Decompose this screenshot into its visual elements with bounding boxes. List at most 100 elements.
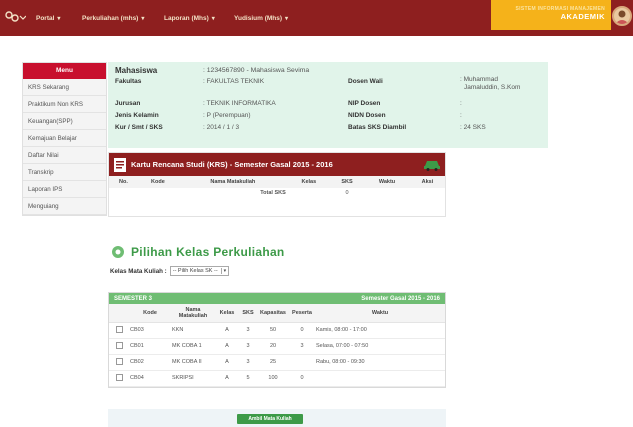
sidebar-item-krs-sekarang[interactable]: KRS Sekarang bbox=[23, 79, 106, 96]
table-row: CB02 MK COBA II A 3 25 Rabu, 08:00 - 09:… bbox=[109, 354, 445, 371]
row-kapasitas: 100 bbox=[257, 370, 289, 387]
document-icon bbox=[114, 157, 126, 172]
sidebar-item-laporan-ips[interactable]: Laporan IPS bbox=[23, 181, 106, 198]
row-kode: CB03 bbox=[129, 322, 171, 339]
app-logo-icon[interactable] bbox=[4, 6, 26, 28]
kelas-select-value: -- Pilih Kelas SK -- bbox=[172, 268, 218, 274]
col-kelas: Kelas bbox=[215, 304, 239, 323]
nav-laporan[interactable]: Laporan (Mhs) ▾ bbox=[164, 0, 215, 36]
row-peserta: 0 bbox=[289, 370, 315, 387]
top-nav: Portal ▾ Perkuliahan (mhs) ▾ Laporan (Mhs)… bbox=[0, 0, 633, 36]
nav-yudisium-label: Yudisium (Mhs) bbox=[234, 14, 283, 22]
course-table: Kode Nama Matakuliah Kelas SKS Kapasitas… bbox=[109, 304, 445, 387]
krs-panel: Kartu Rencana Studi (KRS) - Semester Gas… bbox=[108, 152, 446, 217]
row-nama: MK COBA II bbox=[171, 354, 215, 371]
krs-col-no: No. bbox=[109, 176, 138, 188]
nav-yudisium[interactable]: Yudisium (Mhs) ▾ bbox=[234, 0, 288, 36]
col-waktu: Waktu bbox=[315, 304, 445, 323]
krs-header: Kartu Rencana Studi (KRS) - Semester Gas… bbox=[109, 153, 445, 176]
chevron-down-icon: ▾ bbox=[57, 15, 61, 22]
row-checkbox[interactable] bbox=[115, 373, 123, 381]
ambil-mata-kuliah-button[interactable]: Ambil Mata Kuliah bbox=[237, 414, 303, 424]
jenis-kelamin-value: : P (Perempuan) bbox=[203, 112, 251, 119]
kur-smt-sks-value: : 2014 / 1 / 3 bbox=[203, 124, 240, 131]
col-sks: SKS bbox=[239, 304, 257, 323]
car-icon bbox=[424, 161, 440, 171]
chevron-down-icon: ▾ bbox=[141, 15, 145, 22]
sidebar-menu: Menu KRS Sekarang Praktikum Non KRS Keua… bbox=[22, 62, 107, 216]
krs-table: No. Kode Nama Matakuliah Kelas SKS Waktu… bbox=[109, 176, 445, 198]
sidebar-item-keuangan[interactable]: Keuangan(SPP) bbox=[23, 113, 106, 130]
krs-total-label: Total SKS bbox=[260, 190, 286, 196]
sidebar-item-praktikum[interactable]: Praktikum Non KRS bbox=[23, 96, 106, 113]
row-peserta bbox=[289, 354, 315, 371]
fakultas-value: : FAKULTAS TEKNIK bbox=[203, 78, 265, 85]
sia-brand: SISTEM INFORMASI MANAJEMEN AKADEMIK bbox=[491, 0, 611, 30]
row-checkbox[interactable] bbox=[115, 341, 123, 349]
sidebar-item-transkrip[interactable]: Transkrip bbox=[23, 164, 106, 181]
nav-perkuliahan[interactable]: Perkuliahan (mhs) ▾ bbox=[82, 0, 144, 36]
table-row: CB04 SKRIPSI A 5 100 0 bbox=[109, 370, 445, 387]
row-kapasitas: 50 bbox=[257, 322, 289, 339]
sidebar-item-kemajuan[interactable]: Kemajuan Belajar bbox=[23, 130, 106, 147]
kur-smt-sks-label: Kur / Smt / SKS bbox=[115, 124, 163, 131]
nav-portal[interactable]: Portal ▾ bbox=[36, 0, 60, 36]
col-nama: Nama Matakuliah bbox=[171, 304, 215, 323]
col-kode: Kode bbox=[129, 304, 171, 323]
sidebar-item-daftar-nilai[interactable]: Daftar Nilai bbox=[23, 147, 106, 164]
row-kelas: A bbox=[215, 338, 239, 355]
col-check bbox=[109, 304, 129, 323]
batas-sks-label: Batas SKS Diambil bbox=[348, 124, 407, 131]
row-peserta: 3 bbox=[289, 338, 315, 355]
row-kode: CB04 bbox=[129, 370, 171, 387]
row-sks: 5 bbox=[239, 370, 257, 387]
chevron-down-icon: ▾ bbox=[211, 15, 215, 22]
jurusan-label: Jurusan bbox=[115, 100, 141, 107]
col-peserta: Peserta bbox=[289, 304, 315, 323]
student-info-panel: Mahasiswa : 1234567890 - Mahasiswa Sevim… bbox=[108, 62, 548, 148]
avatar[interactable] bbox=[612, 6, 632, 26]
table-row: CB01 MK COBA 1 A 3 20 3 Selasa, 07:00 - … bbox=[109, 338, 445, 355]
row-kelas: A bbox=[215, 354, 239, 371]
row-peserta: 0 bbox=[289, 322, 315, 339]
kelas-select[interactable]: -- Pilih Kelas SK -- ▾ bbox=[169, 266, 230, 276]
nip-dosen-label: NIP Dosen bbox=[348, 100, 381, 107]
nav-perkuliahan-label: Perkuliahan (mhs) bbox=[82, 14, 139, 22]
nav-laporan-label: Laporan (Mhs) bbox=[164, 14, 209, 22]
krs-title: Kartu Rencana Studi (KRS) - Semester Gas… bbox=[131, 160, 333, 169]
jurusan-value: : TEKNIK INFORMATIKA bbox=[203, 100, 276, 107]
fakultas-label: Fakultas bbox=[115, 78, 142, 85]
row-waktu: Selasa, 07:00 - 07:50 bbox=[315, 338, 445, 355]
row-nama: MK COBA 1 bbox=[171, 338, 215, 355]
row-kapasitas: 20 bbox=[257, 338, 289, 355]
batas-sks-value: : 24 SKS bbox=[460, 124, 486, 131]
kelas-filter: Kelas Mata Kuliah : -- Pilih Kelas SK --… bbox=[110, 266, 230, 276]
course-table-panel: SEMESTER 3 Semester Gasal 2015 - 2016 Ko… bbox=[108, 292, 446, 388]
course-table-header: SEMESTER 3 Semester Gasal 2015 - 2016 bbox=[109, 293, 445, 304]
dosen-wali-value: : Muhammad bbox=[460, 76, 498, 83]
pilihan-title: Pilihan Kelas Perkuliahan bbox=[131, 245, 285, 259]
krs-total-value: 0 bbox=[345, 190, 349, 196]
sia-title: AKADEMIK bbox=[560, 12, 605, 21]
nip-dosen-value: : bbox=[460, 100, 462, 107]
mahasiswa-label: Mahasiswa bbox=[115, 66, 158, 75]
row-kelas: A bbox=[215, 370, 239, 387]
dosen-wali-label: Dosen Wali bbox=[348, 78, 383, 85]
semester-period: Semester Gasal 2015 - 2016 bbox=[361, 295, 440, 302]
row-waktu: Rabu, 08:00 - 09:30 bbox=[315, 354, 445, 371]
row-checkbox[interactable] bbox=[115, 325, 123, 333]
row-sks: 3 bbox=[239, 354, 257, 371]
menu-header: Menu bbox=[23, 63, 106, 79]
krs-col-sks: SKS bbox=[329, 176, 365, 188]
nav-portal-label: Portal bbox=[36, 14, 55, 22]
mahasiswa-value: : 1234567890 - Mahasiswa Sevima bbox=[203, 67, 310, 74]
nidn-dosen-value: : bbox=[460, 112, 462, 119]
semester-label: SEMESTER 3 bbox=[114, 295, 153, 302]
krs-col-nama: Nama Matakuliah bbox=[177, 176, 288, 188]
chevron-down-icon: ▾ bbox=[220, 268, 226, 274]
row-checkbox[interactable] bbox=[115, 357, 123, 365]
nidn-dosen-label: NIDN Dosen bbox=[348, 112, 386, 119]
row-kapasitas: 25 bbox=[257, 354, 289, 371]
sidebar-item-menguiang[interactable]: Menguiang bbox=[23, 198, 106, 215]
dosen-wali-value-2: Jamaluddin, S.Kom bbox=[464, 84, 521, 91]
